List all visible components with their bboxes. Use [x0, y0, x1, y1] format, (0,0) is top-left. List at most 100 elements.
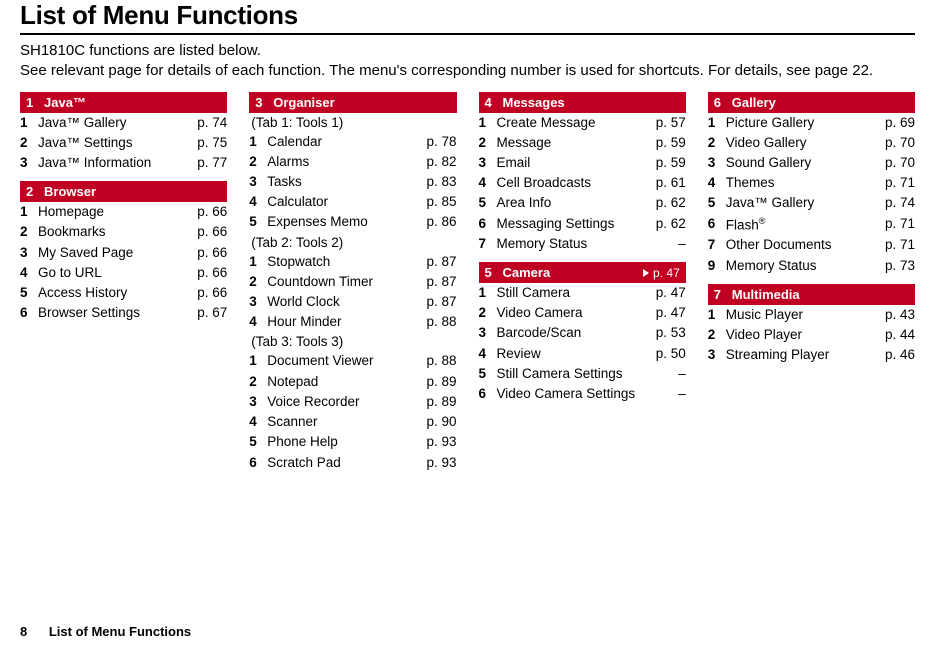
section-rows: 1Create Messagep. 572Messagep. 593Emailp… — [479, 113, 686, 255]
item-page: p. 89 — [415, 393, 457, 411]
item-label: Themes — [726, 174, 873, 192]
list-item: 5Still Camera Settings– — [479, 364, 686, 384]
list-item: 6Scratch Padp. 93 — [249, 453, 456, 473]
item-number: 6 — [249, 454, 267, 472]
section-rows: 1Homepagep. 662Bookmarksp. 663My Saved P… — [20, 202, 227, 323]
list-item: 3Tasksp. 83 — [249, 172, 456, 192]
item-page: p. 85 — [415, 193, 457, 211]
tab-label-1: (Tab 1: Tools 1) — [249, 113, 456, 132]
item-page: p. 66 — [185, 284, 227, 302]
section-rows: 1Picture Galleryp. 692Video Galleryp. 70… — [708, 113, 915, 276]
item-number: 2 — [20, 223, 38, 241]
item-label: Memory Status — [726, 257, 873, 275]
item-number: 3 — [249, 393, 267, 411]
item-number: 3 — [249, 173, 267, 191]
item-page: p. 47 — [644, 304, 686, 322]
list-item: 3Java™ Informationp. 77 — [20, 153, 227, 173]
item-page: p. 78 — [415, 133, 457, 151]
item-page: p. 82 — [415, 153, 457, 171]
item-label: Alarms — [267, 153, 414, 171]
item-label: Java™ Settings — [38, 134, 185, 152]
item-label: Phone Help — [267, 433, 414, 451]
section-rows: 1Calendarp. 782Alarmsp. 823Tasksp. 834Ca… — [249, 132, 456, 233]
item-page: p. 71 — [873, 215, 915, 233]
tab-label-3: (Tab 3: Tools 3) — [249, 332, 456, 351]
item-number: 2 — [249, 153, 267, 171]
item-number: 2 — [708, 134, 726, 152]
item-page: p. 61 — [644, 174, 686, 192]
item-label: Video Gallery — [726, 134, 873, 152]
list-item: 6Browser Settingsp. 67 — [20, 303, 227, 323]
item-page: p. 62 — [644, 194, 686, 212]
item-page: p. 46 — [873, 346, 915, 364]
item-label: Create Message — [497, 114, 644, 132]
list-item: 1Still Camerap. 47 — [479, 283, 686, 303]
item-page: – — [644, 365, 686, 383]
section-name: Messages — [503, 95, 680, 110]
item-number: 5 — [249, 433, 267, 451]
item-number: 1 — [479, 284, 497, 302]
item-number: 1 — [708, 306, 726, 324]
item-number: 5 — [479, 365, 497, 383]
item-page: – — [644, 385, 686, 403]
section-num: 5 — [485, 265, 503, 280]
section-num: 7 — [714, 287, 732, 302]
item-number: 1 — [249, 253, 267, 271]
list-item: 7Other Documentsp. 71 — [708, 235, 915, 255]
item-page: p. 59 — [644, 154, 686, 172]
item-page: p. 57 — [644, 114, 686, 132]
section-header-multimedia: 7 Multimedia — [708, 284, 915, 305]
list-item: 1Java™ Galleryp. 74 — [20, 113, 227, 133]
item-page: p. 88 — [415, 352, 457, 370]
item-page: p. 62 — [644, 215, 686, 233]
item-number: 3 — [708, 346, 726, 364]
list-item: 3Emailp. 59 — [479, 153, 686, 173]
section-name: Gallery — [732, 95, 909, 110]
item-number: 2 — [20, 134, 38, 152]
item-page: p. 88 — [415, 313, 457, 331]
section-header-java: 1 Java™ — [20, 92, 227, 113]
item-page: p. 70 — [873, 134, 915, 152]
item-number: 3 — [479, 324, 497, 342]
item-number: 5 — [479, 194, 497, 212]
item-page: p. 44 — [873, 326, 915, 344]
list-item: 3Sound Galleryp. 70 — [708, 153, 915, 173]
item-page: p. 67 — [185, 304, 227, 322]
item-number: 3 — [20, 244, 38, 262]
item-page: p. 71 — [873, 174, 915, 192]
menu-columns: 1 Java™ 1Java™ Galleryp. 742Java™ Settin… — [20, 92, 915, 473]
item-label: Browser Settings — [38, 304, 185, 322]
item-page: p. 93 — [415, 433, 457, 451]
list-item: 1Picture Galleryp. 69 — [708, 113, 915, 133]
item-page: p. 70 — [873, 154, 915, 172]
item-label: Countdown Timer — [267, 273, 414, 291]
list-item: 2Video Camerap. 47 — [479, 303, 686, 323]
item-number: 4 — [479, 174, 497, 192]
superscript: ® — [759, 216, 766, 226]
item-label: Java™ Gallery — [726, 194, 873, 212]
list-item: 2Countdown Timerp. 87 — [249, 272, 456, 292]
item-label: Scratch Pad — [267, 454, 414, 472]
item-page: p. 83 — [415, 173, 457, 191]
item-label: Java™ Gallery — [38, 114, 185, 132]
section-rows: 1Java™ Galleryp. 742Java™ Settingsp. 753… — [20, 113, 227, 174]
triangle-right-icon — [643, 269, 649, 277]
list-item: 2Bookmarksp. 66 — [20, 222, 227, 242]
list-item: 3My Saved Pagep. 66 — [20, 243, 227, 263]
list-item: 5Access Historyp. 66 — [20, 283, 227, 303]
item-page: p. 50 — [644, 345, 686, 363]
item-label: Calculator — [267, 193, 414, 211]
item-number: 4 — [708, 174, 726, 192]
section-name: Organiser — [273, 95, 450, 110]
item-page: p. 89 — [415, 373, 457, 391]
list-item: 5Java™ Galleryp. 74 — [708, 193, 915, 213]
item-label: Other Documents — [726, 236, 873, 254]
item-page: p. 59 — [644, 134, 686, 152]
list-item: 4Cell Broadcastsp. 61 — [479, 173, 686, 193]
item-page: p. 87 — [415, 273, 457, 291]
section-java: 1 Java™ 1Java™ Galleryp. 742Java™ Settin… — [20, 92, 227, 174]
item-label: Video Camera — [497, 304, 644, 322]
list-item: 1Homepagep. 66 — [20, 202, 227, 222]
item-number: 7 — [479, 235, 497, 253]
section-rows: 1Still Camerap. 472Video Camerap. 473Bar… — [479, 283, 686, 404]
